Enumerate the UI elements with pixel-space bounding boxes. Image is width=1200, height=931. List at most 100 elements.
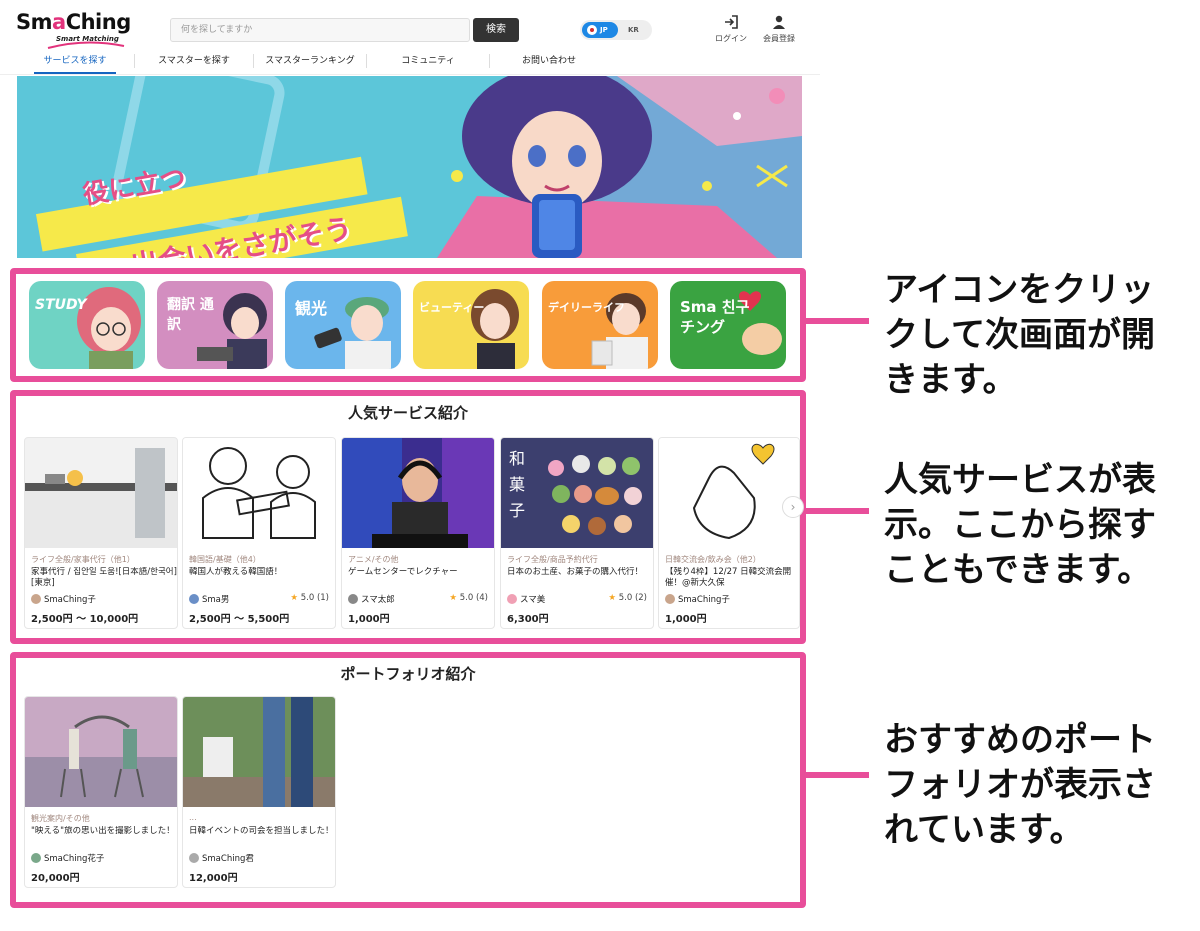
annotation-connector [805, 318, 869, 324]
site-logo[interactable]: SmaChing Smart Matching [16, 10, 131, 49]
service-rating: ★ 5.0 (2) [608, 593, 647, 603]
category-translation[interactable]: 翻訳 通訳 [157, 281, 273, 369]
logo-text-part-2: Ching [65, 10, 132, 34]
service-thumbnail [342, 438, 494, 548]
portfolio-title-text: "映える"旅の思い出を撮影しました！ [31, 826, 175, 836]
nav-item-find-smaster[interactable]: スマスターを探す [135, 48, 253, 74]
category-sma-chingu[interactable]: Sma 친구 チング [670, 281, 786, 369]
callout-line: 人気サービスが表 [884, 460, 1156, 500]
annotation-callout-popular: 人気サービスが表 示。ここから探す こともできます。 [884, 458, 1184, 593]
service-price: 6,300円 [507, 614, 549, 625]
seller-avatar [31, 594, 41, 604]
service-title: 家事代行 / 집안일 도움![日本語/한국어][東京] [31, 567, 177, 588]
event-stage-photo [183, 697, 335, 807]
logo-text-accent: a [52, 10, 66, 34]
language-toggle[interactable]: JP KR [580, 20, 652, 40]
service-rating: ★ 5.0 (4) [449, 593, 488, 603]
service-card[interactable]: ライフ全般/家事代行（他1） 家事代行 / 집안일 도움![日本語/한국어][東… [24, 437, 178, 629]
service-category: ライフ全般/家事代行（他1） [31, 555, 135, 564]
category-beauty[interactable]: ビューティー [413, 281, 529, 369]
main-nav: サービスを探す スマスターを探す スマスターランキング コミュニティ お問い合わ… [16, 48, 816, 74]
callout-line: こともできます。 [884, 550, 1152, 590]
category-daily-life[interactable]: デイリーライフ [542, 281, 658, 369]
category-sma-chingu-label: Sma 친구 チング [680, 298, 750, 336]
daily-life-illustration [591, 293, 648, 369]
callout-line: フォリオが表示さ [884, 765, 1156, 805]
login-label: ログイン [715, 34, 747, 43]
service-category: 日韓交流会/飲み会（他2） [665, 555, 761, 564]
service-price: 2,500円 ～ 5,500円 [189, 614, 290, 625]
portfolio-price: 12,000円 [189, 873, 238, 884]
svg-text:子: 子 [509, 501, 525, 520]
portfolio-category: 観光案内/その他 [31, 814, 90, 823]
portfolio-thumbnail [25, 697, 177, 807]
user-icon [773, 15, 785, 29]
annotation-callout-categories: アイコンをクリッ クして次画面が開 きます。 [884, 268, 1184, 403]
hero-banner[interactable]: 役に立つ 出会いをさがそう [17, 76, 802, 258]
rating-value: 5.0 (2) [618, 593, 647, 603]
svg-text:菓: 菓 [509, 475, 525, 494]
site-header: SmaChing Smart Matching 何を探してますか 検索 JP K… [0, 0, 820, 76]
login-button[interactable]: ログイン [709, 14, 753, 44]
portfolio-card[interactable]: 観光案内/その他 "映える"旅の思い出を撮影しました！ SmaChing花子 2… [24, 696, 178, 888]
kitchen-photo [25, 438, 177, 548]
carousel-next-chevron-icon[interactable]: › [782, 496, 804, 518]
seller-avatar [31, 853, 41, 863]
language-option-kr[interactable]: KR [628, 22, 639, 38]
category-daily-life-label: デイリーライフ [548, 301, 625, 314]
service-card[interactable]: 和 菓 子 ライフ全般/商品予約代行 日本のお土産、お菓子の購入代行！ スマ美 … [500, 437, 654, 629]
service-title: ゲームセンターでレクチャー [348, 567, 458, 577]
search-button[interactable]: 検索 [473, 18, 519, 42]
service-category: 韓国語/基礎（他4） [189, 555, 261, 564]
beauty-illustration [471, 289, 519, 369]
category-translation-label: 翻訳 通訳 [167, 297, 214, 333]
seller-avatar [507, 594, 517, 604]
category-sightseeing-label: 観光 [295, 299, 328, 318]
service-card[interactable]: アニメ/その他 ゲームセンターでレクチャー スマ太郎 ★ 5.0 (4) 1,0… [341, 437, 495, 629]
logo-subtitle: Smart Matching [56, 35, 119, 43]
service-thumbnail [183, 438, 335, 548]
star-icon: ★ [449, 593, 458, 603]
callout-line: 示。ここから探す [884, 505, 1156, 545]
service-seller: SmaChing子 [665, 593, 730, 605]
portfolio-card[interactable]: ... 日韓イベントの司会を担当しました！ SmaChing君 12,000円 [182, 696, 336, 888]
seller-name: スマ太郎 [361, 595, 395, 605]
language-option-jp[interactable]: JP [582, 22, 618, 38]
nav-item-community[interactable]: コミュニティ [367, 48, 489, 74]
seller-name: スマ美 [520, 595, 546, 605]
category-sightseeing[interactable]: 観光 [285, 281, 401, 369]
service-price: 2,500円 ～ 10,000円 [31, 614, 139, 625]
seller-avatar [189, 853, 199, 863]
seller-avatar [348, 594, 358, 604]
nav-item-find-service[interactable]: サービスを探す [16, 48, 134, 74]
study-girl-illustration [77, 287, 141, 369]
service-rating: ★ 5.0 (1) [290, 593, 329, 603]
category-study-label: STUDY [35, 297, 87, 313]
portfolio-category: ... [189, 813, 197, 822]
service-price: 1,000円 [665, 614, 707, 625]
service-title: 日本のお土産、お菓子の購入代行！ [507, 567, 644, 577]
service-seller: スマ美 [507, 593, 545, 605]
star-icon: ★ [290, 593, 299, 603]
callout-line: れています。 [884, 810, 1084, 850]
language-jp-label: JP [600, 26, 608, 34]
annotation-callout-portfolio: おすすめのポート フォリオが表示さ れています。 [884, 718, 1184, 853]
page-root: SmaChing Smart Matching 何を探してますか 検索 JP K… [0, 0, 1200, 931]
service-card[interactable]: 韓国語/基礎（他4） 韓国人が教える韓国語！ Sma男 ★ 5.0 (1) 2,… [182, 437, 336, 629]
signup-button[interactable]: 会員登録 [757, 14, 801, 44]
star-icon: ★ [608, 593, 617, 603]
nav-item-smaster-ranking[interactable]: スマスターランキング [254, 48, 366, 74]
search-input[interactable]: 何を探してますか [170, 18, 470, 42]
svg-text:和: 和 [509, 449, 525, 468]
category-study[interactable]: STUDY [29, 281, 145, 369]
service-card[interactable]: 日韓交流会/飲み会（他2） 【残り4枠】12/27 日韓交流会開催！@新大久保 … [658, 437, 800, 629]
logo-text: SmaChing [16, 10, 131, 34]
callout-line: きます。 [884, 360, 1017, 400]
portfolio-title: ポートフォリオ紹介 [340, 665, 476, 683]
service-thumbnail [25, 438, 177, 548]
service-seller: Sma男 [189, 593, 229, 605]
callout-line: アイコンをクリッ [884, 270, 1155, 310]
nav-item-contact[interactable]: お問い合わせ [490, 48, 608, 74]
annotation-connector [805, 508, 869, 514]
callout-line: おすすめのポート [884, 720, 1156, 760]
